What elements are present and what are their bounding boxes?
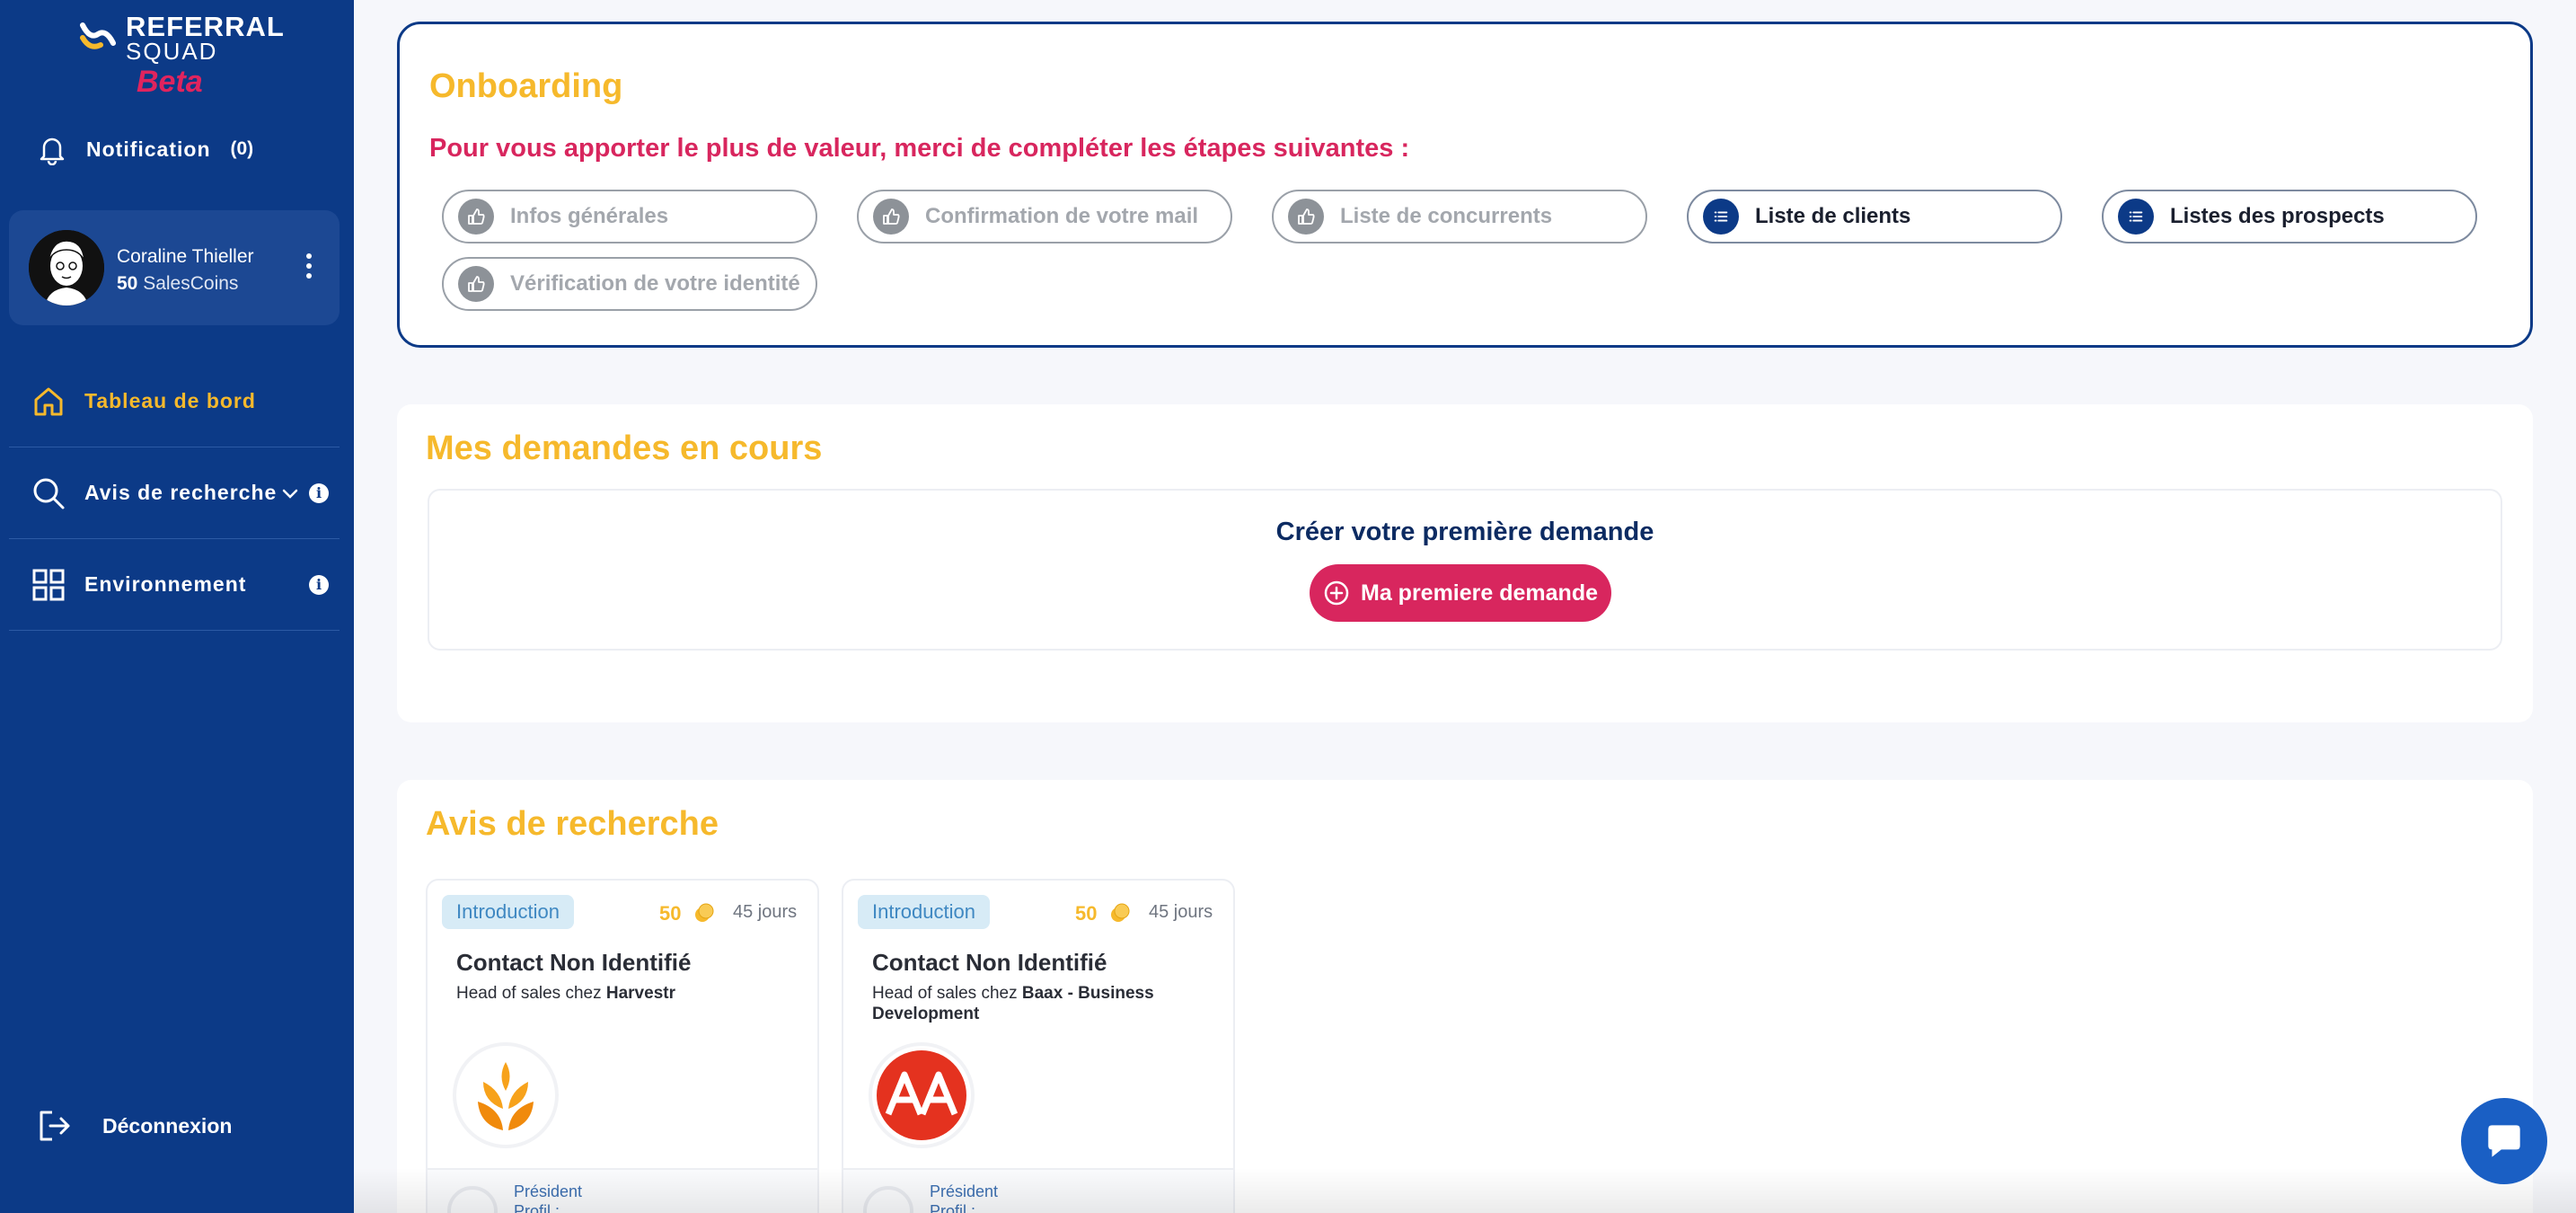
type-badge: Introduction — [858, 895, 990, 929]
search-icon — [33, 478, 65, 509]
list-icon — [1703, 199, 1739, 235]
thumbs-up-icon — [1288, 199, 1324, 235]
contact-role: Head of sales chez Harvestr — [456, 983, 798, 1004]
notification-label: Notification — [86, 137, 211, 161]
logout-label: Déconnexion — [102, 1113, 233, 1138]
profile-name: Coraline Thieller — [117, 246, 254, 267]
role-prefix: Head of sales chez — [456, 984, 602, 1003]
brand-logo[interactable]: REFERRAL SQUAD Beta — [79, 11, 286, 99]
footer-subtitle: Profil : — [514, 1202, 560, 1213]
step-listes-prospects[interactable]: Listes des prospects — [2102, 190, 2477, 243]
step-verification-identite[interactable]: Vérification de votre identité — [442, 257, 817, 311]
first-request-button-label: Ma premiere demande — [1361, 580, 1598, 606]
coins-label: SalesCoins — [143, 273, 239, 294]
chat-icon — [2488, 1125, 2520, 1157]
avis-title: Avis de recherche — [426, 805, 719, 843]
logout-button[interactable]: Déconnexion — [36, 1107, 232, 1145]
company-logo — [456, 1046, 555, 1145]
first-request-button[interactable]: Ma premiere demande — [1310, 564, 1611, 622]
profile-menu-icon[interactable] — [304, 253, 314, 284]
contact-role: Head of sales chez Baax - Business Devel… — [872, 983, 1213, 1024]
step-confirmation-mail[interactable]: Confirmation de votre mail — [857, 190, 1232, 243]
demandes-empty-state: Créer votre première demande Ma premiere… — [428, 489, 2502, 651]
demandes-title: Mes demandes en cours — [426, 429, 823, 467]
onboarding-title: Onboarding — [429, 67, 623, 105]
duration-label: 45 jours — [1149, 902, 1213, 922]
contact-name: Contact Non Identifié — [456, 949, 692, 976]
company-logo — [872, 1046, 971, 1145]
onboarding-panel: Onboarding Pour vous apporter le plus de… — [397, 22, 2533, 348]
sidebar: REFERRAL SQUAD Beta Notification (0) Cor… — [0, 0, 354, 1213]
grid-icon — [32, 569, 65, 600]
duration-label: 45 jours — [733, 902, 798, 922]
avatar — [29, 230, 104, 305]
company-name: Harvestr — [605, 984, 675, 1003]
step-liste-clients[interactable]: Liste de clients — [1687, 190, 2062, 243]
brand-line-2: SQUAD — [126, 38, 218, 65]
notification-count: (0) — [230, 138, 254, 159]
step-liste-concurrents[interactable]: Liste de concurrents — [1272, 190, 1647, 243]
avis-panel: Avis de recherche Introduction 50 45 jou… — [397, 780, 2533, 1213]
coins-value: 50 — [117, 273, 138, 294]
plus-circle-icon — [1324, 580, 1349, 606]
thumbs-up-icon — [873, 199, 909, 235]
sidebar-item-label: Avis de recherche — [84, 481, 278, 504]
sidebar-item-tableau-de-bord[interactable]: Tableau de bord — [9, 356, 340, 447]
profile-coins: 50 SalesCoins — [117, 273, 238, 295]
logout-icon — [40, 1111, 70, 1141]
sidebar-item-environnement[interactable]: Environnement i — [9, 539, 340, 631]
info-icon[interactable]: i — [309, 483, 329, 503]
home-icon — [34, 387, 63, 415]
step-label: Vérification de votre identité — [510, 271, 800, 296]
coin-icon — [1111, 903, 1130, 922]
info-icon[interactable]: i — [309, 574, 329, 595]
step-label: Listes des prospects — [2170, 204, 2385, 228]
profile-ring — [447, 1186, 498, 1213]
logo-mark-icon — [80, 22, 116, 49]
demandes-panel: Mes demandes en cours Créer votre premiè… — [397, 404, 2533, 722]
chat-button[interactable] — [2461, 1098, 2547, 1184]
sidebar-item-label: Environnement — [84, 572, 247, 596]
profile-card[interactable]: Coraline Thieller 50 SalesCoins — [9, 210, 340, 325]
points-value: 50 — [659, 902, 682, 925]
avis-card[interactable]: Introduction 50 45 jours Contact Non Ide… — [842, 879, 1235, 1213]
thumbs-up-icon — [458, 199, 494, 235]
footer-subtitle: Profil : — [930, 1202, 976, 1213]
profile-ring — [863, 1186, 913, 1213]
card-footer: Président Profil : — [428, 1168, 817, 1213]
thumbs-up-icon — [458, 266, 494, 302]
bell-icon — [40, 137, 65, 165]
step-label: Liste de clients — [1755, 204, 1911, 228]
chevron-down-icon[interactable] — [280, 483, 300, 503]
avis-card[interactable]: Introduction 50 45 jours Contact Non Ide… — [426, 879, 819, 1213]
coin-icon — [695, 903, 714, 922]
step-label: Liste de concurrents — [1340, 204, 1553, 228]
contact-name: Contact Non Identifié — [872, 949, 1107, 976]
list-icon — [2118, 199, 2154, 235]
onboarding-subtitle: Pour vous apporter le plus de valeur, me… — [429, 134, 1410, 163]
card-footer: Président Profil : — [843, 1168, 1233, 1213]
sidebar-item-label: Tableau de bord — [84, 389, 256, 412]
step-label: Confirmation de votre mail — [925, 204, 1199, 228]
role-prefix: Head of sales chez — [872, 984, 1018, 1003]
sidebar-item-avis-de-recherche[interactable]: Avis de recherche i — [9, 447, 340, 539]
notification-link[interactable]: Notification (0) — [36, 131, 253, 167]
points-value: 50 — [1075, 902, 1098, 925]
step-infos-generales[interactable]: Infos générales — [442, 190, 817, 243]
create-first-request-label: Créer votre première demande — [1275, 518, 1654, 546]
brand-beta: Beta — [137, 65, 203, 99]
step-label: Infos générales — [510, 204, 669, 228]
footer-title: Président — [930, 1182, 999, 1200]
type-badge: Introduction — [442, 895, 574, 929]
footer-title: Président — [514, 1182, 583, 1200]
